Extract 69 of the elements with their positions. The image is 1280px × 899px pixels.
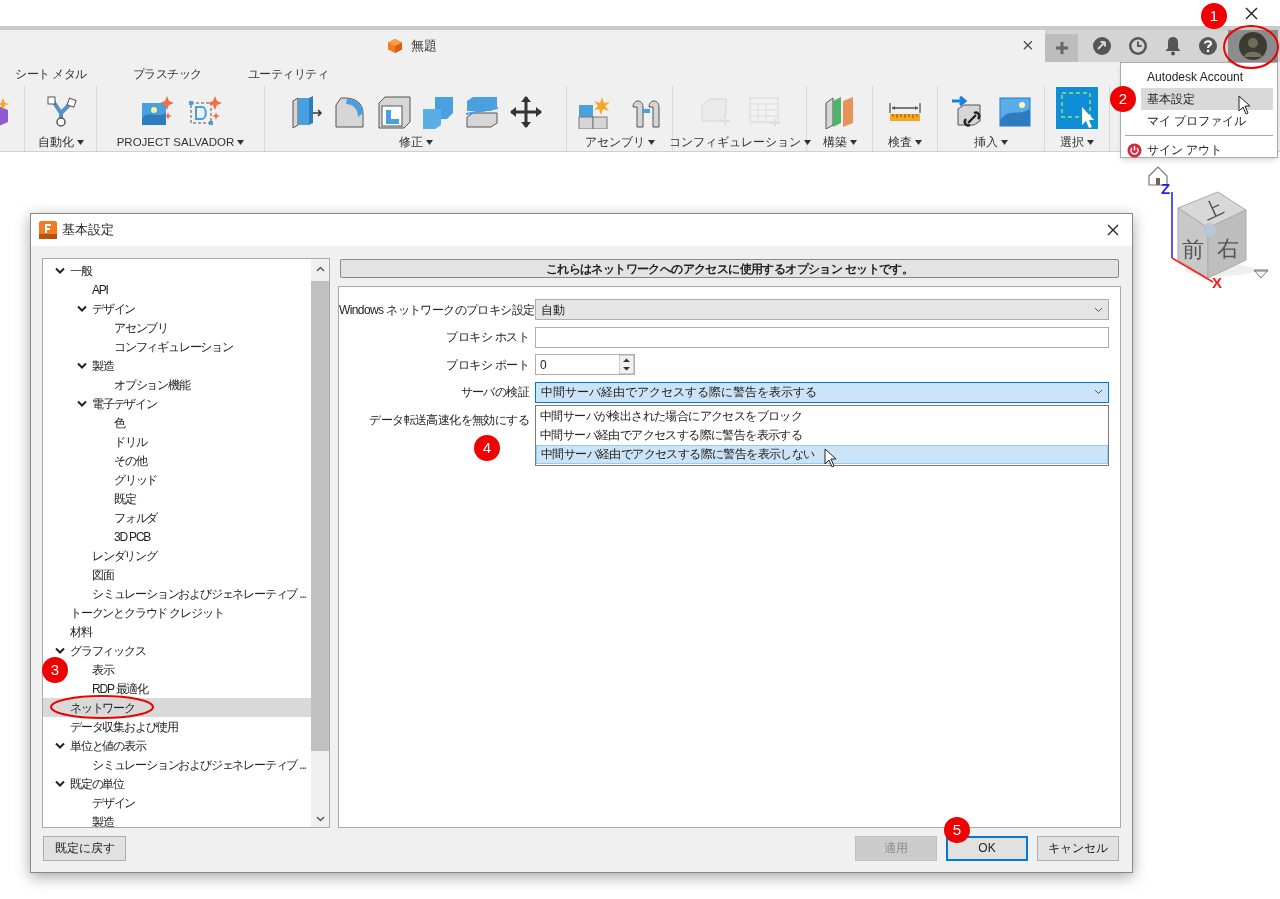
tree-item[interactable]: API — [77, 280, 108, 299]
group-menu-button[interactable]: PROJECT SALVADOR — [116, 133, 245, 151]
tree-item[interactable]: トークンとクラウド クレジット — [55, 603, 224, 622]
document-tab[interactable]: 無題 × — [0, 30, 1045, 62]
menu-item[interactable]: Autodesk Account — [1121, 66, 1277, 88]
group-menu-button[interactable]: 修正 — [398, 133, 433, 151]
tree-item[interactable]: 単位と値の表示 — [55, 736, 146, 755]
tab-close-button[interactable]: × — [1022, 35, 1034, 55]
dropdown[interactable]: 中間サーバ経由でアクセスする際に警告を表示する — [535, 381, 1109, 403]
cube-face-label: 右 — [1217, 236, 1239, 261]
number-field[interactable]: 0 — [535, 354, 635, 376]
tree-item[interactable]: 一般 — [55, 261, 92, 280]
tree-item[interactable]: 表示 — [77, 660, 114, 679]
tree-item[interactable]: デザイン — [77, 299, 136, 318]
group-menu-button[interactable]: 構築 — [822, 133, 857, 151]
dropdown[interactable]: 自動 — [535, 299, 1109, 321]
axis-label: Z — [1161, 180, 1171, 197]
tree-item[interactable]: グリッド — [99, 470, 158, 489]
tree-item[interactable]: アセンブリ — [99, 318, 168, 337]
tree-item[interactable]: 既定 — [99, 489, 136, 508]
field-label: プロキシ ホスト — [445, 329, 530, 347]
dropdown-option[interactable]: 中間サーバが検出された場合にアクセスをブロック — [536, 406, 1108, 426]
toolbar-tab[interactable]: ユーティリティ — [247, 65, 329, 83]
tree-item[interactable]: 既定の単位 — [55, 774, 124, 793]
menu-item[interactable]: マイ プロファイル — [1121, 110, 1277, 132]
dropdown-option[interactable]: 中間サーバ経由でアクセスする際に警告を表示する — [536, 425, 1108, 445]
menu-item[interactable]: サイン アウト — [1121, 139, 1277, 161]
tree-item[interactable]: シミュレーションおよびジェネレーティブ ... — [77, 755, 306, 774]
tree-item[interactable]: データ収集および使用 — [55, 717, 178, 736]
tree-item[interactable]: レンダリング — [77, 546, 157, 565]
field-label: サーバの検証 — [459, 384, 531, 402]
group-menu-button[interactable]: 挿入 — [974, 133, 1008, 151]
tree-item[interactable]: コンフィギュレーション — [99, 337, 233, 356]
tree-item[interactable]: グラフィックス — [55, 641, 146, 660]
cube-face-label: 前 — [1182, 237, 1204, 262]
menu-item[interactable]: 基本設定 — [1141, 88, 1273, 110]
tree-item[interactable]: ネットワーク — [43, 698, 311, 717]
group-menu-button[interactable]: 自動化 — [37, 133, 84, 151]
dialog-button[interactable]: キャンセル — [1037, 835, 1119, 861]
field-label: データ転送高速化を無効にする — [368, 411, 530, 429]
tree-item[interactable]: 色 — [99, 413, 125, 432]
tree-item[interactable]: 製造 — [77, 356, 114, 375]
tree-item[interactable]: RDP 最適化 — [77, 679, 149, 698]
field-label: プロキシ ポート — [445, 356, 530, 374]
toolbar-tab[interactable]: シート メタル — [15, 65, 87, 83]
tree-item[interactable]: 製造 — [77, 812, 114, 827]
description-bar: これらはネットワークへのアクセスに使用するオプション セットです。 — [340, 259, 1119, 278]
tree-item[interactable]: フォルダ — [99, 508, 158, 527]
tree-item[interactable]: デザイン — [77, 793, 136, 812]
tree-item[interactable]: 図面 — [77, 565, 114, 584]
toolbar-tab[interactable]: プラスチック — [132, 65, 202, 83]
dialog-title: 基本設定 — [62, 221, 114, 240]
dialog-button[interactable]: OK — [946, 835, 1028, 861]
axis-label: X — [1212, 274, 1222, 291]
tree-item[interactable]: 3D PCB — [99, 527, 151, 546]
tree-item[interactable]: シミュレーションおよびジェネレーティブ ... — [77, 584, 306, 603]
tree-item[interactable]: 材料 — [55, 622, 92, 641]
tree-item[interactable]: オプション機能 — [99, 375, 190, 394]
tree-item[interactable]: ドリル — [99, 432, 147, 451]
tree-item[interactable]: 電子デザイン — [77, 394, 157, 413]
group-menu-button[interactable]: アセンブリ — [584, 133, 655, 151]
group-menu-button[interactable]: 検査 — [888, 133, 922, 151]
cube-face-label: 上 — [1199, 194, 1228, 224]
tree-item[interactable]: その他 — [99, 451, 147, 470]
field-label: Windows ネットワークのプロキシ設定 — [339, 301, 535, 319]
tab-title: 無題 — [411, 37, 437, 56]
group-menu-button[interactable]: 選択 — [1060, 133, 1094, 151]
reset-button[interactable]: 既定に戻す — [43, 835, 126, 861]
dropdown-option[interactable]: 中間サーバ経由でアクセスする際に警告を表示しない — [536, 444, 1108, 464]
